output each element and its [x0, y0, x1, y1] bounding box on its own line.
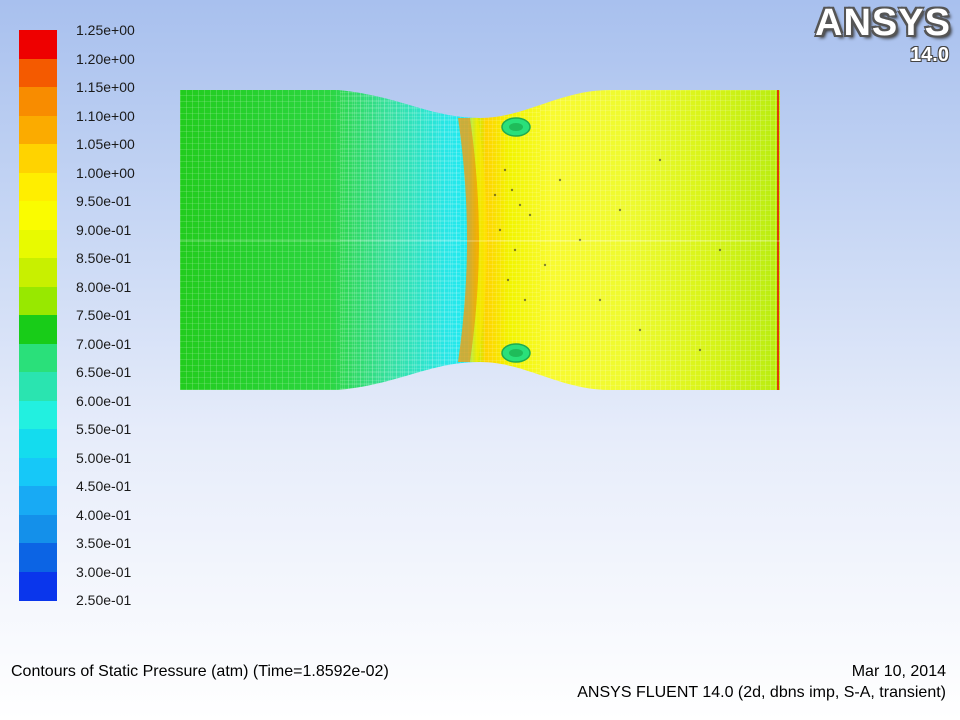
legend-tick-label: 1.10e+00	[76, 107, 135, 124]
legend-band	[19, 229, 57, 259]
legend-band	[19, 87, 57, 116]
legend-tick-label: 2.50e-01	[76, 592, 132, 608]
contour-plot	[180, 90, 780, 390]
legend-tick-label: 9.50e-01	[76, 193, 132, 209]
ansys-logo: ANSYS 14.0	[815, 2, 955, 68]
legend-tick-label: 7.50e-01	[76, 307, 132, 323]
legend-band	[19, 144, 57, 173]
legend-band	[19, 315, 57, 344]
plot-date: Mar 10, 2014	[851, 663, 946, 680]
legend-tick-label: 1.15e+00	[76, 79, 135, 95]
logo-version: 14.0	[910, 44, 949, 66]
legend-band	[19, 514, 57, 544]
legend-tick-label: 5.50e-01	[76, 421, 132, 437]
legend-tick-label: 4.50e-01	[76, 478, 132, 494]
legend-band	[19, 343, 57, 373]
legend-band	[19, 201, 57, 230]
duct-domain	[180, 90, 780, 390]
legend-band	[19, 372, 57, 401]
legend-band	[19, 486, 57, 515]
legend-tick-label: 6.00e-01	[76, 392, 132, 409]
legend-band	[19, 571, 57, 601]
legend-tick-label: 1.20e+00	[76, 50, 135, 67]
legend-tick-label: 3.00e-01	[76, 563, 132, 580]
legend-band	[19, 400, 57, 430]
legend-tick-label: 1.25e+00	[76, 22, 135, 38]
legend-tick-label: 3.50e-01	[76, 535, 132, 551]
legend-band	[19, 30, 57, 59]
legend-band	[19, 543, 57, 572]
legend-tick-label: 8.00e-01	[76, 278, 132, 295]
legend-tick-label: 8.50e-01	[76, 250, 132, 266]
legend-band	[19, 429, 57, 458]
legend-tick-label: 1.00e+00	[76, 164, 135, 181]
legend-band	[19, 172, 57, 202]
legend-band	[19, 457, 57, 487]
legend-tick-label: 4.00e-01	[76, 506, 132, 523]
legend-tick-label: 5.00e-01	[76, 449, 132, 466]
legend-tick-label: 9.00e-01	[76, 221, 132, 238]
legend-band	[19, 58, 57, 88]
legend-tick-label: 1.05e+00	[76, 136, 135, 152]
legend-tick-label: 7.00e-01	[76, 335, 132, 352]
logo-brand: ANSYS	[815, 2, 951, 44]
legend-tick-label: 6.50e-01	[76, 364, 132, 380]
solver-info: ANSYS FLUENT 14.0 (2d, dbns imp, S-A, tr…	[577, 684, 946, 701]
legend-band	[19, 258, 57, 287]
legend-band	[19, 286, 57, 316]
plot-title: Contours of Static Pressure (atm) (Time=…	[11, 663, 389, 680]
legend-band	[19, 115, 57, 145]
color-legend	[19, 30, 57, 601]
